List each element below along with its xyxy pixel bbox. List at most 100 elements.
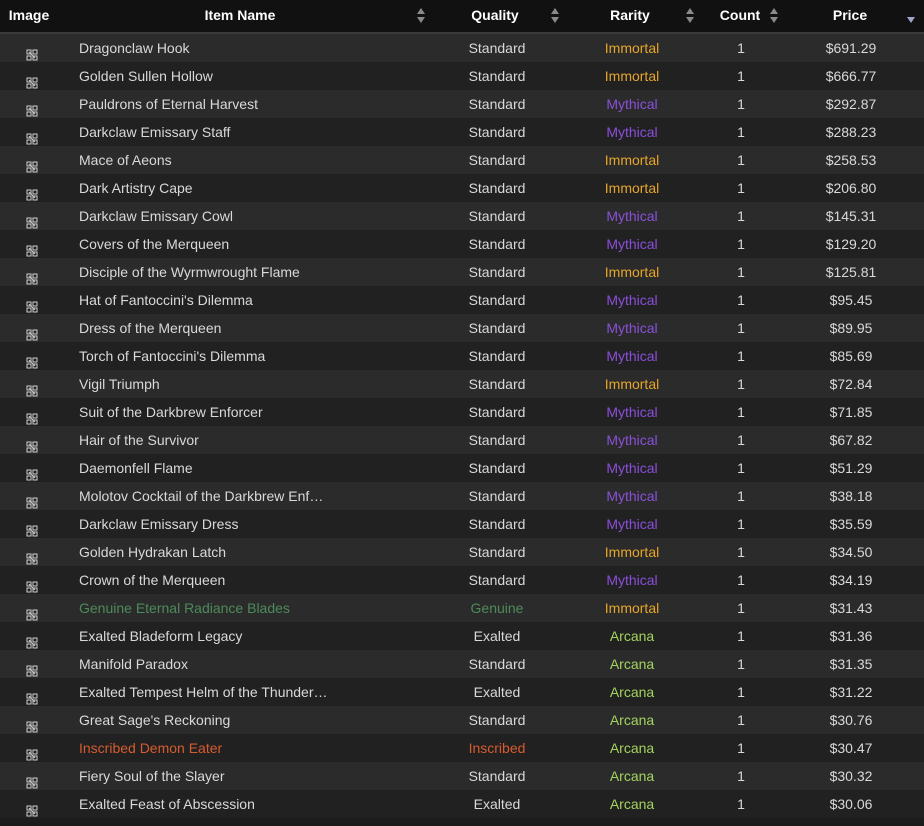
item-rarity: Mythical (606, 572, 658, 588)
item-count: 1 (737, 124, 745, 140)
table-row[interactable]: Manifold Paradox Standard Arcana 1 $31.35 (0, 650, 924, 678)
item-quality: Standard (468, 712, 526, 728)
table-row[interactable]: Inscribed Demon Eater Inscribed Arcana 1 $30… (0, 734, 924, 762)
table-row[interactable]: Exalted Bladeform Legacy Exalted Arcana 1 $3… (0, 622, 924, 650)
item-rarity: Immortal (604, 264, 660, 280)
item-name: Mace of Aeons (79, 152, 172, 168)
table-row[interactable]: Dragonclaw Hook Standard Immortal 1 $691.29 (0, 34, 924, 62)
broken-image-icon (26, 210, 38, 229)
item-price: $35.59 (829, 516, 873, 532)
item-name: Golden Hydrakan Latch (79, 544, 227, 560)
table-row[interactable]: Dark Artistry Cape Standard Immortal 1 $206.… (0, 174, 924, 202)
item-rarity: Mythical (606, 348, 658, 364)
item-name: Dragonclaw Hook (79, 40, 190, 56)
broken-image-icon (26, 154, 38, 173)
item-quality: Standard (468, 320, 526, 336)
broken-image-icon (26, 658, 38, 677)
item-price: $129.20 (825, 236, 877, 252)
item-price: $666.77 (825, 68, 877, 84)
sort-arrows-icon[interactable] (551, 8, 559, 24)
table-row[interactable]: Exalted Feast of Abscession Exalted Arcana… (0, 790, 924, 818)
table-row[interactable]: Vigil Triumph Standard Immortal 1 $72.84 (0, 370, 924, 398)
column-header-count[interactable]: Count (705, 0, 775, 32)
table-row[interactable]: Exalted Tempest Helm of the Thunder… Exal… (0, 678, 924, 706)
sort-descending-icon[interactable] (907, 8, 915, 24)
item-rarity: Arcana (609, 740, 655, 756)
item-price: $67.82 (829, 432, 873, 448)
broken-image-icon (26, 42, 38, 61)
table-row[interactable]: Darkclaw Emissary Staff Standard Mythical 1… (0, 118, 924, 146)
table-row[interactable]: Daemonfell Flame Standard Mythical 1 $51.29 (0, 454, 924, 482)
table-row[interactable]: Darkclaw Emissary Dress Standard Mythical 1… (0, 510, 924, 538)
item-count: 1 (737, 796, 745, 812)
item-rarity: Mythical (606, 96, 658, 112)
table-row[interactable]: Disciple of the Wyrmwrought Flame Standar… (0, 258, 924, 286)
item-count: 1 (737, 40, 745, 56)
table-row[interactable]: Mace of Aeons Standard Immortal 1 $258.53 (0, 146, 924, 174)
item-quality: Standard (468, 292, 526, 308)
broken-image-icon (26, 546, 38, 565)
item-quality: Standard (468, 96, 526, 112)
table-row[interactable]: Molotov Cocktail of the Darkbrew Enf… Sta… (0, 482, 924, 510)
table-row[interactable]: Fiery Soul of the Slayer Standard Arcana 1 $… (0, 762, 924, 790)
item-rarity: Mythical (606, 208, 658, 224)
item-quality: Standard (468, 768, 526, 784)
table-row[interactable]: Covers of the Merqueen Standard Mythical 1 $… (0, 230, 924, 258)
column-header-quality[interactable]: Quality (455, 0, 535, 32)
broken-image-icon (26, 686, 38, 705)
item-quality: Standard (468, 264, 526, 280)
column-header-item-name[interactable]: Item Name (140, 0, 340, 32)
item-quality: Standard (468, 348, 526, 364)
table-row[interactable]: Golden Sullen Hollow Standard Immortal 1 $66… (0, 62, 924, 90)
item-rarity: Immortal (604, 544, 660, 560)
item-quality: Standard (468, 460, 526, 476)
broken-image-icon (26, 574, 38, 593)
item-count: 1 (737, 96, 745, 112)
table-row[interactable]: Torch of Fantoccini's Dilemma Standard Myt… (0, 342, 924, 370)
broken-image-icon (26, 434, 38, 453)
item-price: $125.81 (825, 264, 877, 280)
item-name: Fiery Soul of the Slayer (79, 768, 225, 784)
item-name: Disciple of the Wyrmwrought Flame (79, 264, 300, 280)
item-rarity: Immortal (604, 376, 660, 392)
item-name: Darkclaw Emissary Dress (79, 516, 239, 532)
item-count: 1 (737, 628, 745, 644)
table-row[interactable]: Hat of Fantoccini's Dilemma Standard Mythi… (0, 286, 924, 314)
table-row[interactable]: Golden Hydrakan Latch Standard Immortal 1 $3… (0, 538, 924, 566)
table-row[interactable]: Darkclaw Emissary Cowl Standard Mythical 1 $… (0, 202, 924, 230)
sort-arrows-icon[interactable] (686, 8, 694, 24)
item-price: $72.84 (829, 376, 873, 392)
item-rarity: Mythical (606, 488, 658, 504)
item-name: Crown of the Merqueen (79, 572, 226, 588)
column-header-image[interactable]: Image (0, 0, 58, 32)
table-row[interactable]: Pauldrons of Eternal Harvest Standard Myth… (0, 90, 924, 118)
item-count: 1 (737, 656, 745, 672)
column-header-price[interactable]: Price (810, 0, 890, 32)
sort-arrows-icon[interactable] (770, 8, 778, 24)
item-name: Exalted Bladeform Legacy (79, 628, 243, 644)
item-count: 1 (737, 320, 745, 336)
table-row[interactable]: Hair of the Survivor Standard Mythical 1 $67… (0, 426, 924, 454)
item-quality: Standard (468, 656, 526, 672)
item-rarity: Immortal (604, 40, 660, 56)
table-row[interactable]: Crown of the Merqueen Standard Mythical 1 $3… (0, 566, 924, 594)
broken-image-icon (26, 742, 38, 761)
column-header-rarity[interactable]: Rarity (590, 0, 670, 32)
item-quality: Standard (468, 572, 526, 588)
broken-image-icon (26, 462, 38, 481)
table-row[interactable]: Dress of the Merqueen Standard Mythical 1 $8… (0, 314, 924, 342)
item-count: 1 (737, 600, 745, 616)
item-name: Torch of Fantoccini's Dilemma (79, 348, 266, 364)
item-name: Darkclaw Emissary Cowl (79, 208, 234, 224)
item-rarity: Mythical (606, 124, 658, 140)
items-table-body: Dragonclaw Hook Standard Immortal 1 $691.29 G… (0, 34, 924, 818)
item-count: 1 (737, 180, 745, 196)
sort-arrows-icon[interactable] (417, 8, 425, 24)
item-quality: Standard (468, 152, 526, 168)
item-price: $691.29 (825, 40, 877, 56)
item-quality: Standard (468, 208, 526, 224)
table-row[interactable]: Genuine Eternal Radiance Blades Genuine Im… (0, 594, 924, 622)
item-quality: Exalted (473, 628, 521, 644)
table-row[interactable]: Suit of the Darkbrew Enforcer Standard Myt… (0, 398, 924, 426)
table-row[interactable]: Great Sage's Reckoning Standard Arcana 1 $30… (0, 706, 924, 734)
